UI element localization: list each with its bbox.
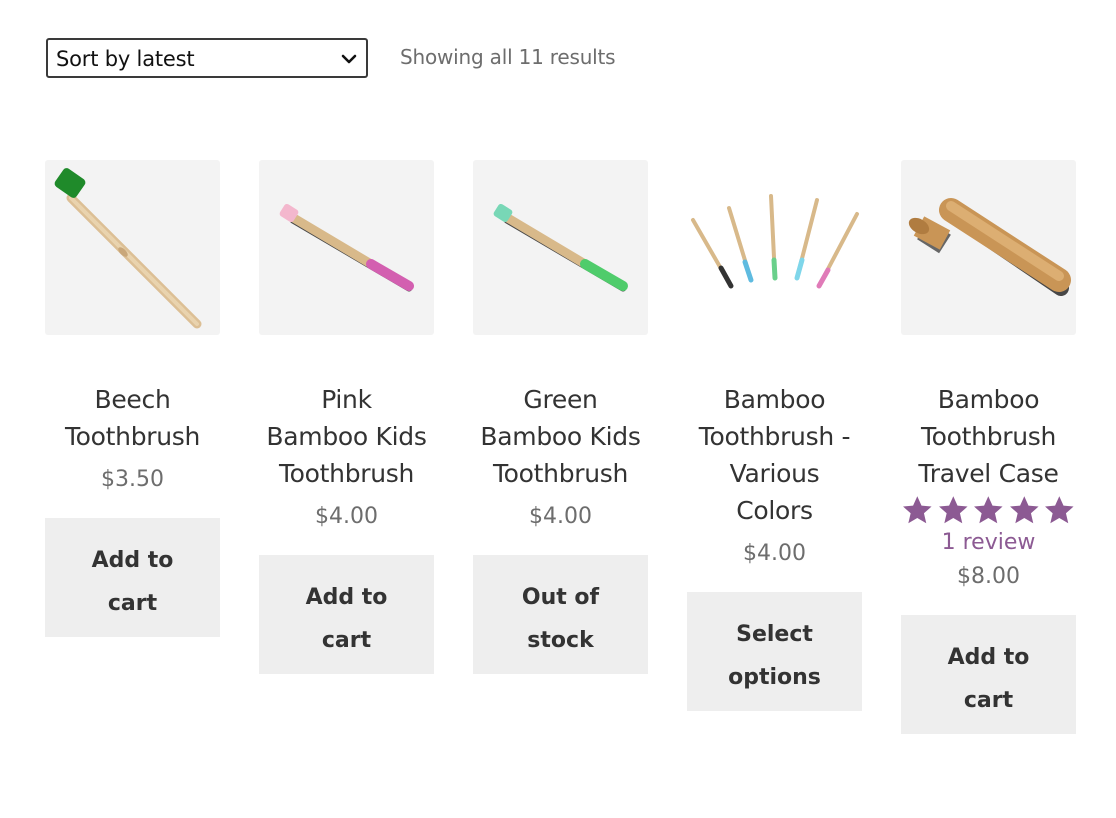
product-price: $4.00	[315, 504, 378, 529]
star-icon	[938, 496, 968, 524]
product-image-beech-toothbrush[interactable]	[45, 160, 220, 335]
title-line: Bamboo	[723, 385, 826, 414]
product-price: $3.50	[101, 467, 164, 492]
product-price: $8.00	[957, 564, 1020, 589]
product-card: Green Bamboo Kids Toothbrush $4.00 Out o…	[473, 160, 648, 674]
product-price: $4.00	[743, 541, 806, 566]
sort-selected-value: Sort by latest	[56, 47, 195, 71]
star-icon	[1045, 496, 1074, 524]
button-label-line: cart	[107, 591, 158, 616]
title-line: Colors	[736, 496, 813, 525]
add-to-cart-button[interactable]: Add to cart	[259, 555, 434, 674]
out-of-stock-button[interactable]: Out of stock	[473, 555, 648, 674]
star-icon	[974, 496, 1003, 524]
title-line: Pink	[321, 385, 372, 414]
product-card: Beech Toothbrush $3.50 Add to cart	[45, 160, 220, 637]
review-count-link[interactable]: 1 review	[901, 528, 1076, 558]
product-image-pink-bamboo-kids-toothbrush[interactable]	[259, 160, 434, 335]
title-line: Beech	[94, 385, 171, 414]
product-title[interactable]: Bamboo Toothbrush Travel Case	[901, 381, 1076, 492]
title-line: Bamboo Kids	[266, 422, 427, 451]
button-label-line: Add to	[947, 645, 1030, 670]
chevron-down-icon	[341, 54, 357, 64]
shop-toolbar: Sort by latest Showing all 11 results	[46, 38, 646, 80]
product-card: Bamboo Toothbrush - Various Colors $4.00…	[687, 160, 862, 711]
title-line: Green	[523, 385, 598, 414]
button-label-line: cart	[963, 688, 1014, 713]
button-label-line: options	[728, 665, 821, 690]
product-image-green-bamboo-kids-toothbrush[interactable]	[473, 160, 648, 335]
result-count: Showing all 11 results	[400, 45, 616, 69]
button-label-line: Select	[736, 622, 813, 647]
product-title[interactable]: Green Bamboo Kids Toothbrush	[473, 381, 648, 492]
product-card: Bamboo Toothbrush Travel Case 1 review $…	[901, 160, 1076, 734]
star-icon	[903, 496, 932, 524]
button-label-line: Add to	[91, 548, 174, 573]
title-line: Travel Case	[918, 459, 1059, 488]
button-label-line: stock	[527, 628, 594, 653]
title-line: Toothbrush -	[698, 422, 851, 451]
product-title[interactable]: Bamboo Toothbrush - Various Colors	[687, 381, 862, 529]
button-label-line: cart	[321, 628, 372, 653]
star-rating	[901, 494, 1076, 530]
title-line: Toothbrush	[920, 422, 1057, 451]
star-icon	[1009, 496, 1039, 524]
product-price: $4.00	[529, 504, 592, 529]
select-options-button[interactable]: Select options	[687, 592, 862, 711]
add-to-cart-button[interactable]: Add to cart	[45, 518, 220, 637]
button-label-line: Add to	[305, 585, 388, 610]
product-title[interactable]: Beech Toothbrush	[45, 381, 220, 455]
product-title[interactable]: Pink Bamboo Kids Toothbrush	[259, 381, 434, 492]
title-line: Various	[729, 459, 820, 488]
product-card: Pink Bamboo Kids Toothbrush $4.00 Add to…	[259, 160, 434, 674]
title-line: Toothbrush	[492, 459, 629, 488]
title-line: Toothbrush	[278, 459, 415, 488]
title-line: Bamboo Kids	[480, 422, 641, 451]
button-label-line: Out of	[521, 585, 600, 610]
sort-dropdown[interactable]: Sort by latest	[46, 38, 368, 78]
add-to-cart-button[interactable]: Add to cart	[901, 615, 1076, 734]
product-image-bamboo-toothbrush-travel-case[interactable]	[901, 160, 1076, 335]
title-line: Bamboo	[937, 385, 1040, 414]
product-image-bamboo-toothbrush-various-colors[interactable]	[687, 160, 862, 335]
title-line: Toothbrush	[64, 422, 201, 451]
